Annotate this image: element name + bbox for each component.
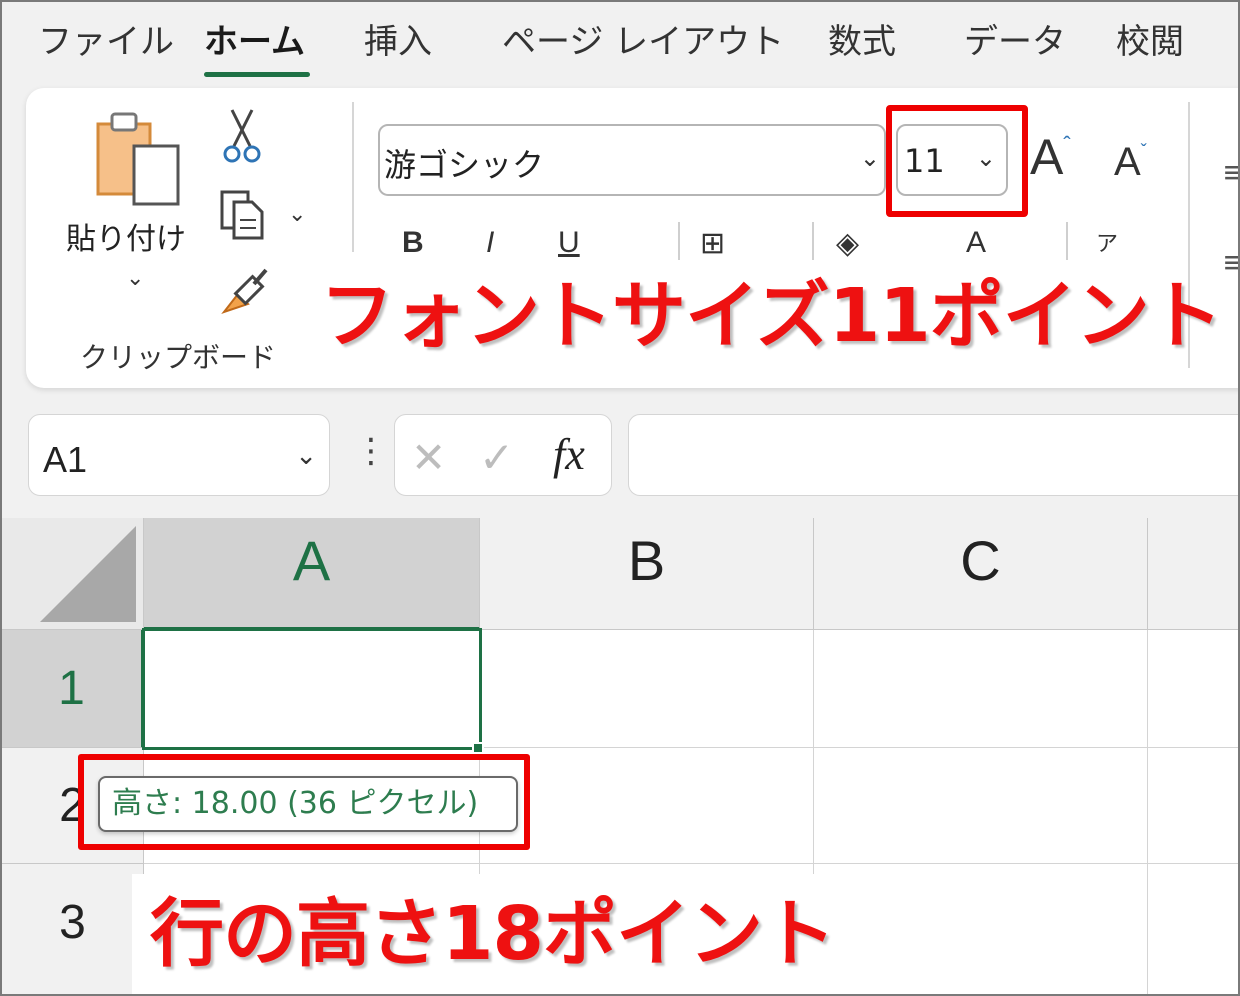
cell-b1[interactable] bbox=[480, 630, 814, 748]
font-name-dropdown[interactable]: 游ゴシック ⌄ bbox=[378, 124, 886, 196]
select-all-button[interactable] bbox=[2, 518, 144, 630]
tab-review[interactable]: 校閲 bbox=[1116, 20, 1184, 64]
paste-label[interactable]: 貼り付け bbox=[66, 214, 186, 258]
check-icon[interactable]: ✓ bbox=[479, 433, 514, 482]
more-options-icon[interactable]: ⋮ bbox=[354, 434, 388, 468]
column-header-a[interactable]: A bbox=[144, 518, 480, 630]
column-header-b[interactable]: B bbox=[480, 518, 814, 630]
tab-page-layout[interactable]: ページ レイアウト bbox=[502, 20, 784, 64]
fill-handle[interactable] bbox=[472, 742, 484, 754]
ribbon-tabs: ファイル ホーム 挿入 ページ レイアウト 数式 データ 校閲 bbox=[2, 2, 1238, 84]
divider bbox=[1066, 222, 1068, 260]
chevron-down-icon[interactable]: ⌄ bbox=[295, 441, 317, 471]
chevron-down-icon[interactable]: ⌄ bbox=[288, 202, 306, 227]
name-box-value: A1 bbox=[43, 439, 88, 480]
align-icon[interactable]: ≡≡ bbox=[1222, 128, 1238, 308]
column-header-d[interactable] bbox=[1148, 518, 1238, 630]
tab-data[interactable]: データ bbox=[964, 20, 1066, 64]
clipboard-group: 貼り付け ⌄ ⌄ クリップボード bbox=[26, 88, 356, 388]
paste-icon[interactable] bbox=[94, 110, 184, 210]
increase-font-size-button[interactable]: Aˆ bbox=[1030, 128, 1071, 186]
clipboard-group-label: クリップボード bbox=[80, 341, 277, 374]
decrease-font-size-button[interactable]: Aˇ bbox=[1114, 140, 1147, 185]
active-cell-border bbox=[142, 628, 482, 750]
font-color-icon[interactable]: A bbox=[966, 226, 986, 260]
row-height-highlight-box bbox=[78, 754, 530, 850]
active-tab-indicator bbox=[204, 72, 310, 77]
tab-formulas[interactable]: 数式 bbox=[828, 20, 896, 64]
format-toolbar-row: B I U ⊞ ◈ A ア bbox=[378, 220, 1188, 260]
italic-button[interactable]: I bbox=[486, 226, 494, 260]
format-painter-icon[interactable] bbox=[218, 264, 272, 318]
group-divider bbox=[352, 102, 354, 252]
chevron-down-icon[interactable]: ⌄ bbox=[126, 266, 144, 291]
font-size-highlight-box bbox=[886, 105, 1028, 217]
underline-button[interactable]: U bbox=[558, 226, 580, 260]
insert-function-icon[interactable]: fx bbox=[553, 429, 585, 480]
select-all-triangle-icon bbox=[40, 526, 136, 622]
bold-button[interactable]: B bbox=[402, 226, 424, 260]
tab-home[interactable]: ホーム bbox=[204, 20, 305, 64]
cell-b2[interactable] bbox=[480, 748, 814, 864]
cell-d2[interactable] bbox=[1148, 748, 1238, 864]
row-header-1[interactable]: 1 bbox=[2, 630, 144, 748]
cell-d1[interactable] bbox=[1148, 630, 1238, 748]
row-header-3[interactable]: 3 bbox=[2, 864, 144, 994]
border-icon[interactable]: ⊞ bbox=[700, 226, 725, 260]
formula-input[interactable] bbox=[628, 414, 1238, 496]
row-height-annotation: 行の高さ18ポイント bbox=[150, 891, 836, 977]
scissors-icon[interactable] bbox=[222, 108, 262, 164]
copy-icon[interactable] bbox=[218, 188, 268, 242]
tab-insert[interactable]: 挿入 bbox=[364, 20, 432, 64]
divider bbox=[812, 222, 814, 260]
cancel-icon[interactable]: ✕ bbox=[411, 433, 446, 482]
formula-controls: ✕ ✓ fx bbox=[394, 414, 612, 496]
chevron-down-icon[interactable]: ⌄ bbox=[860, 144, 880, 172]
divider bbox=[678, 222, 680, 260]
tab-file[interactable]: ファイル bbox=[38, 20, 174, 64]
cell-c2[interactable] bbox=[814, 748, 1148, 864]
cell-d3[interactable] bbox=[1148, 864, 1238, 994]
excel-window: ファイル ホーム 挿入 ページ レイアウト 数式 データ 校閲 貼り付け ⌄ ⌄… bbox=[0, 0, 1240, 996]
name-box[interactable]: A1 ⌄ bbox=[28, 414, 330, 496]
column-header-c[interactable]: C bbox=[814, 518, 1148, 630]
font-size-annotation: フォントサイズ11ポイント bbox=[320, 273, 1223, 359]
fill-color-icon[interactable]: ◈ bbox=[836, 226, 859, 260]
font-name-value: 游ゴシック bbox=[384, 146, 545, 184]
worksheet-grid: A B C 1 2 3 高さ: 18.00 (36 ピクセル) 行の高さ18ポイ… bbox=[2, 518, 1238, 994]
phonetic-icon[interactable]: ア bbox=[1096, 226, 1118, 258]
cell-c1[interactable] bbox=[814, 630, 1148, 748]
